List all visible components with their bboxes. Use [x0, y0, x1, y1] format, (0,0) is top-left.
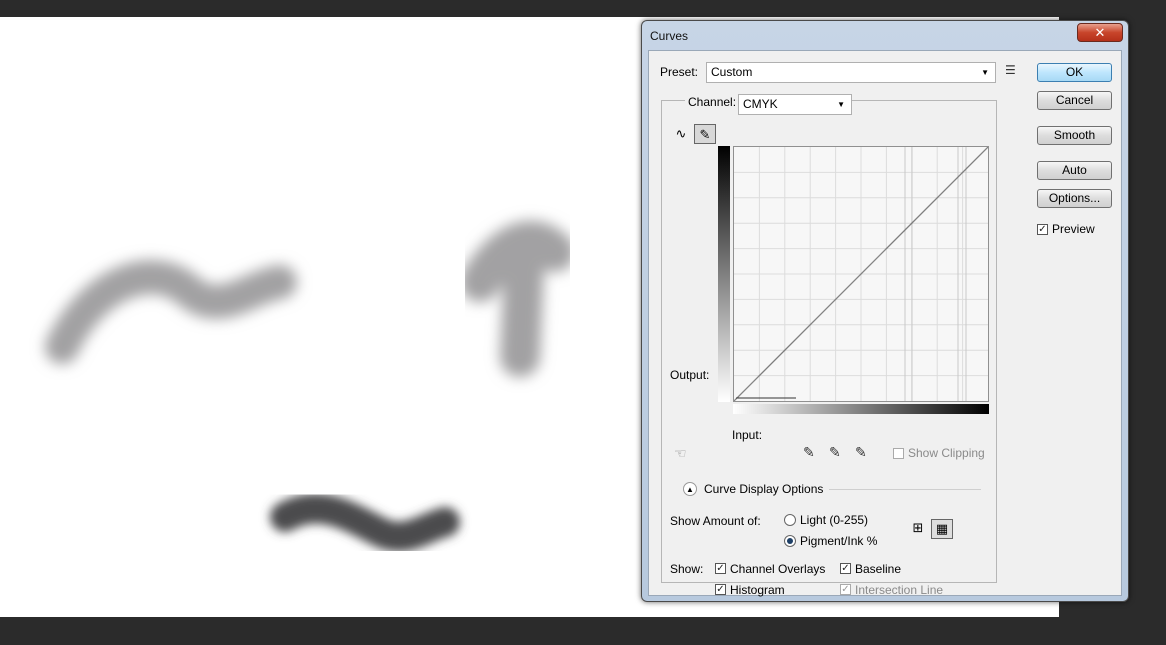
- preview-checkbox[interactable]: ✓: [1037, 224, 1048, 235]
- preset-label: Preset:: [660, 65, 699, 79]
- show-clipping-label: Show Clipping: [908, 446, 985, 460]
- preset-value: Custom: [711, 65, 753, 79]
- baseline-label: Baseline: [855, 562, 902, 576]
- input-gradient-bar: [733, 404, 989, 414]
- preset-options-icon[interactable]: ☰: [1005, 63, 1016, 77]
- histogram-checkbox[interactable]: ✓: [715, 584, 726, 595]
- preset-select[interactable]: Custom ▼: [706, 62, 996, 83]
- preview-label: Preview: [1052, 222, 1095, 236]
- pigment-radio[interactable]: [784, 535, 796, 547]
- pigment-label: Pigment/Ink %: [800, 534, 878, 548]
- curve-point-tool-icon[interactable]: ∿: [670, 124, 692, 144]
- dark-stroke-tilde: [270, 493, 460, 552]
- eyedropper-black-icon[interactable]: ✎: [803, 444, 815, 461]
- channel-overlays-checkbox[interactable]: ✓: [715, 563, 726, 574]
- options-button[interactable]: Options...: [1037, 189, 1112, 208]
- show-clipping-checkbox[interactable]: [893, 448, 904, 459]
- channel-value: CMYK: [743, 97, 778, 111]
- title-bar[interactable]: Curves ✕: [642, 21, 1128, 49]
- eyedropper-gray-icon[interactable]: ✎: [829, 444, 841, 461]
- dialog-body: Preset: Custom ▼ ☰ OK Cancel Smooth Auto…: [648, 50, 1122, 597]
- histogram-label: Histogram: [730, 583, 785, 597]
- chevron-down-icon: ▼: [837, 100, 845, 109]
- auto-button[interactable]: Auto: [1037, 161, 1112, 180]
- intersection-line-checkbox[interactable]: ✓: [840, 584, 851, 595]
- output-label: Output:: [670, 368, 710, 382]
- show-amount-label: Show Amount of:: [670, 514, 761, 528]
- eyedropper-white-icon[interactable]: ✎: [855, 444, 867, 461]
- chevron-down-icon: ▼: [981, 68, 989, 77]
- gray-stroke-curve: [45, 260, 297, 364]
- close-button[interactable]: ✕: [1077, 23, 1123, 42]
- curve-grid: [734, 147, 988, 401]
- curve-display-options-title: Curve Display Options: [704, 482, 824, 496]
- input-label: Input:: [732, 428, 763, 442]
- options-divider: [829, 489, 981, 490]
- channel-label: Channel:: [685, 95, 740, 109]
- collapse-options-icon[interactable]: ▲: [683, 482, 697, 496]
- light-label: Light (0-255): [800, 513, 869, 527]
- channel-select[interactable]: CMYK ▼: [738, 94, 852, 115]
- light-radio[interactable]: [784, 514, 796, 526]
- channel-overlays-label: Channel Overlays: [730, 562, 826, 576]
- pencil-tool-icon[interactable]: ✎: [694, 124, 716, 144]
- curves-dialog: Curves ✕ Preset: Custom ▼ ☰ OK Cancel Sm…: [641, 20, 1129, 602]
- gray-stroke-arrow: [460, 220, 575, 377]
- output-gradient-bar: [718, 146, 730, 402]
- show-label: Show:: [670, 562, 704, 576]
- baseline-checkbox[interactable]: ✓: [840, 563, 851, 574]
- close-icon: ✕: [1094, 25, 1106, 40]
- dialog-title: Curves: [650, 29, 689, 43]
- on-image-adjust-icon[interactable]: ☜: [674, 445, 687, 462]
- smooth-button[interactable]: Smooth: [1037, 126, 1112, 145]
- simple-grid-icon[interactable]: ⊞: [907, 519, 929, 539]
- intersection-line-label: Intersection Line: [855, 583, 944, 597]
- curve-graph[interactable]: [733, 146, 989, 402]
- ok-button[interactable]: OK: [1037, 63, 1112, 82]
- detailed-grid-icon[interactable]: ▦: [931, 519, 953, 539]
- cancel-button[interactable]: Cancel: [1037, 91, 1112, 110]
